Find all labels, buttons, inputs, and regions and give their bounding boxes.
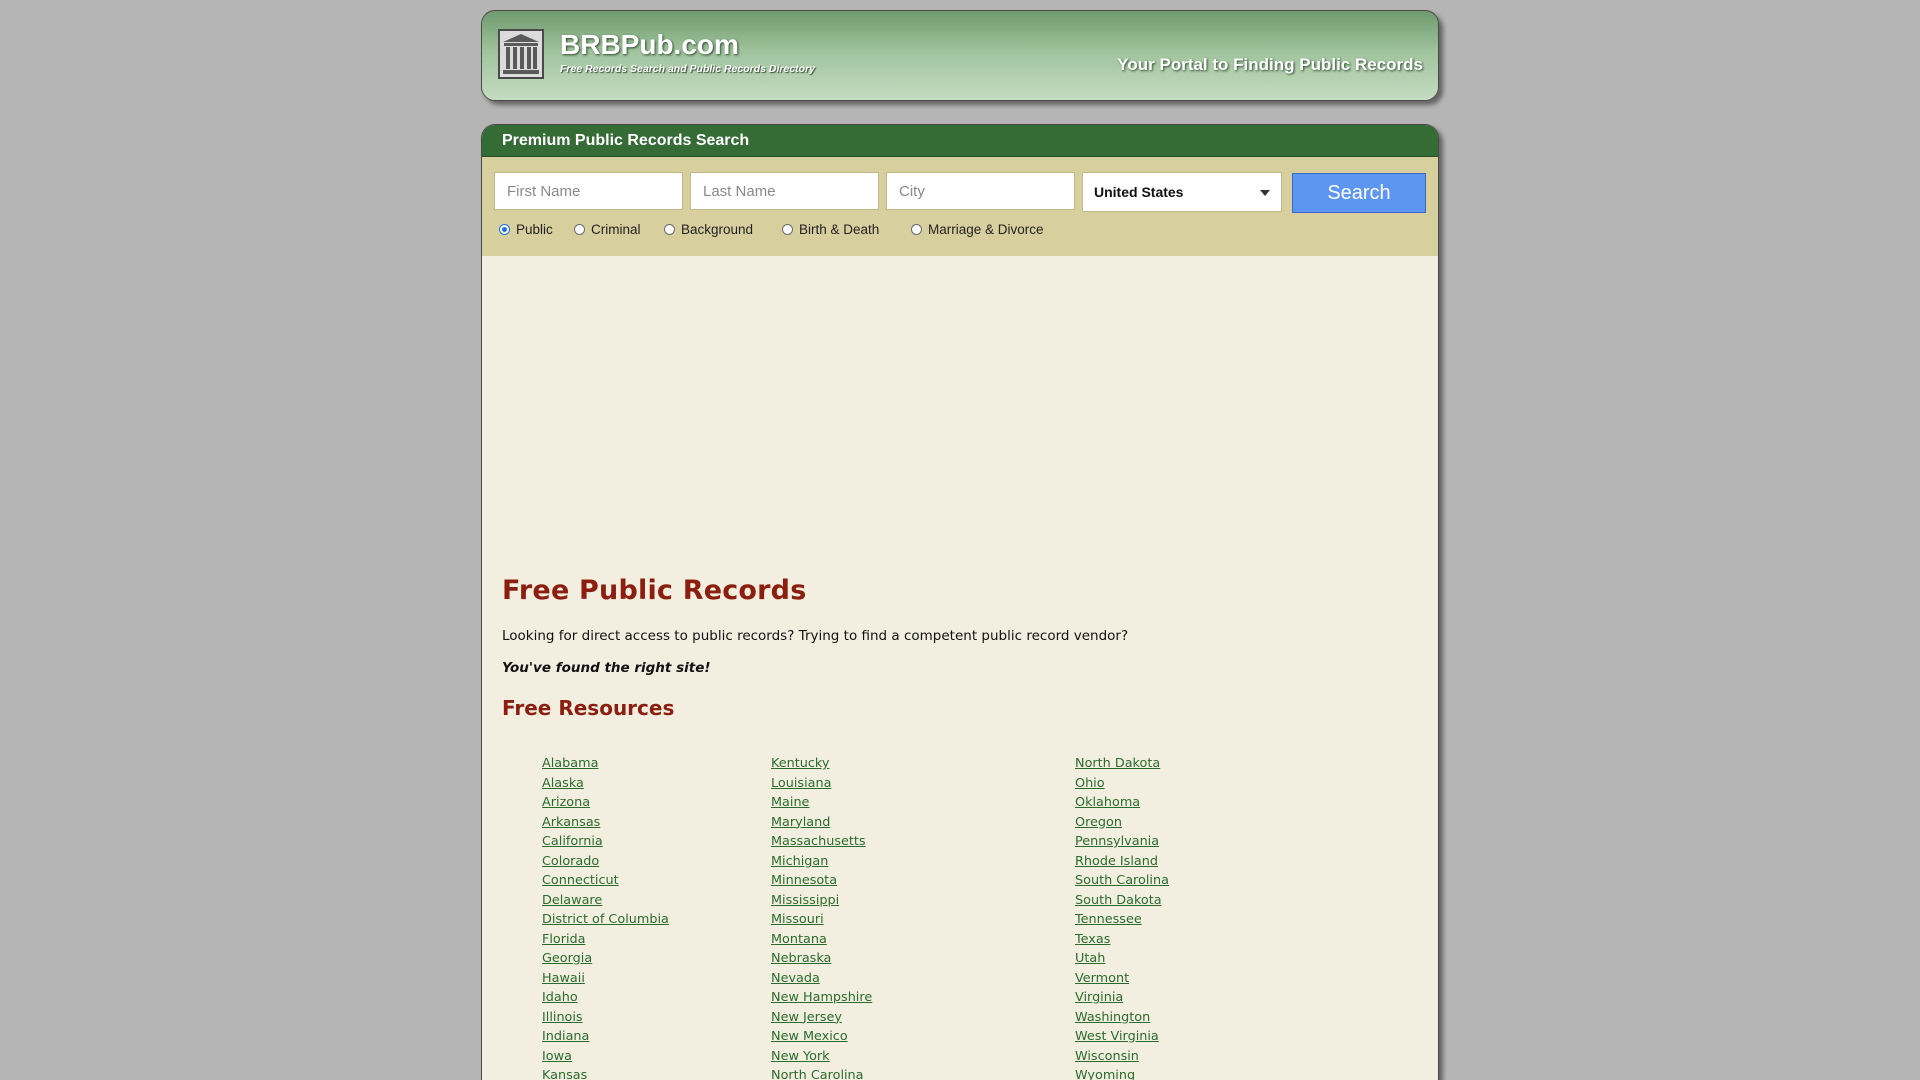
state-link[interactable]: South Dakota <box>1075 891 1169 911</box>
state-link[interactable]: West Virginia <box>1075 1027 1169 1047</box>
state-link[interactable]: Kansas <box>542 1066 669 1080</box>
state-link[interactable]: Massachusetts <box>771 832 872 852</box>
first-name-input[interactable] <box>494 172 683 210</box>
state-link[interactable]: Alabama <box>542 754 669 774</box>
state-link[interactable]: North Dakota <box>1075 754 1169 774</box>
state-link[interactable]: Idaho <box>542 988 669 1008</box>
radio-background[interactable]: Background <box>664 222 753 237</box>
site-header: BRBPub.com Free Records Search and Publi… <box>481 10 1439 101</box>
search-form: United States Search Public Criminal Bac… <box>482 157 1438 256</box>
state-link[interactable]: New York <box>771 1047 872 1067</box>
state-link[interactable]: Indiana <box>542 1027 669 1047</box>
state-link[interactable]: Utah <box>1075 949 1169 969</box>
state-link[interactable]: Vermont <box>1075 969 1169 989</box>
courthouse-logo-icon[interactable] <box>497 28 545 80</box>
state-link[interactable]: Delaware <box>542 891 669 911</box>
state-link[interactable]: Ohio <box>1075 774 1169 794</box>
state-link[interactable]: Connecticut <box>542 871 669 891</box>
state-link[interactable]: Wisconsin <box>1075 1047 1169 1067</box>
state-link[interactable]: Oregon <box>1075 813 1169 833</box>
state-link[interactable]: Minnesota <box>771 871 872 891</box>
state-column-2: Kentucky Louisiana Maine Maryland Massachuse… <box>771 754 872 1080</box>
state-link[interactable]: Arizona <box>542 793 669 813</box>
last-name-input[interactable] <box>690 172 879 210</box>
state-link[interactable]: Michigan <box>771 852 872 872</box>
brand-title[interactable]: BRBPub.com <box>560 29 739 61</box>
radio-label: Birth & Death <box>799 222 880 237</box>
radio-criminal[interactable]: Criminal <box>574 222 641 237</box>
radio-label: Public <box>516 222 553 237</box>
state-link[interactable]: Illinois <box>542 1008 669 1028</box>
state-link[interactable]: South Carolina <box>1075 871 1169 891</box>
radio-birth-death[interactable]: Birth & Death <box>782 222 879 237</box>
state-column-3: North Dakota Ohio Oklahoma Oregon Pennsylvan… <box>1075 754 1169 1080</box>
radio-label: Background <box>681 222 754 237</box>
state-link[interactable]: Tennessee <box>1075 910 1169 930</box>
portal-slogan: Your Portal to Finding Public Records <box>1117 55 1423 74</box>
country-select-value: United States <box>1094 184 1184 200</box>
state-link[interactable]: Florida <box>542 930 669 950</box>
state-link[interactable]: Colorado <box>542 852 669 872</box>
state-link[interactable]: Louisiana <box>771 774 872 794</box>
state-link[interactable]: Pennsylvania <box>1075 832 1169 852</box>
state-link[interactable]: Rhode Island <box>1075 852 1169 872</box>
state-link[interactable]: Alaska <box>542 774 669 794</box>
radio-marriage-divorce[interactable]: Marriage & Divorce <box>911 222 1044 237</box>
main-panel: Premium Public Records Search United Sta… <box>481 124 1439 1080</box>
state-link[interactable]: Nebraska <box>771 949 872 969</box>
intro-text: Looking for direct access to public reco… <box>502 628 1129 644</box>
country-select[interactable]: United States <box>1082 172 1282 212</box>
city-input[interactable] <box>886 172 1075 210</box>
search-button[interactable]: Search <box>1292 173 1426 213</box>
found-text: You've found the right site! <box>502 660 711 676</box>
state-link[interactable]: Georgia <box>542 949 669 969</box>
state-link[interactable]: New Mexico <box>771 1027 872 1047</box>
state-link[interactable]: Hawaii <box>542 969 669 989</box>
radio-dot-icon[interactable] <box>664 224 675 235</box>
state-link[interactable]: Arkansas <box>542 813 669 833</box>
state-link[interactable]: Maryland <box>771 813 872 833</box>
radio-label: Criminal <box>591 222 641 237</box>
state-link[interactable]: Maine <box>771 793 872 813</box>
state-link[interactable]: California <box>542 832 669 852</box>
page-title: Free Public Records <box>502 575 807 606</box>
state-link[interactable]: North Carolina <box>771 1066 872 1080</box>
resources-heading: Free Resources <box>502 696 675 720</box>
state-link[interactable]: Nevada <box>771 969 872 989</box>
state-link[interactable]: Washington <box>1075 1008 1169 1028</box>
state-link[interactable]: District of Columbia <box>542 910 669 930</box>
state-link[interactable]: Kentucky <box>771 754 872 774</box>
state-link[interactable]: Iowa <box>542 1047 669 1067</box>
chevron-down-icon <box>1260 190 1270 196</box>
radio-dot-icon[interactable] <box>499 224 510 235</box>
radio-dot-icon[interactable] <box>911 224 922 235</box>
search-panel-title: Premium Public Records Search <box>482 125 1438 157</box>
state-link[interactable]: Montana <box>771 930 872 950</box>
radio-dot-icon[interactable] <box>574 224 585 235</box>
radio-label: Marriage & Divorce <box>928 222 1044 237</box>
radio-dot-icon[interactable] <box>782 224 793 235</box>
state-link[interactable]: Wyoming <box>1075 1066 1169 1080</box>
radio-public[interactable]: Public <box>499 222 553 237</box>
state-link[interactable]: Virginia <box>1075 988 1169 1008</box>
state-link[interactable]: New Hampshire <box>771 988 872 1008</box>
state-link[interactable]: Mississippi <box>771 891 872 911</box>
state-link[interactable]: New Jersey <box>771 1008 872 1028</box>
brand-tagline: Free Records Search and Public Records D… <box>560 63 816 75</box>
state-link[interactable]: Missouri <box>771 910 872 930</box>
state-column-1: Alabama Alaska Arizona Arkansas California Co… <box>542 754 669 1080</box>
state-link[interactable]: Oklahoma <box>1075 793 1169 813</box>
content-area: Free Public Records Looking for direct a… <box>502 575 1402 1080</box>
state-link[interactable]: Texas <box>1075 930 1169 950</box>
